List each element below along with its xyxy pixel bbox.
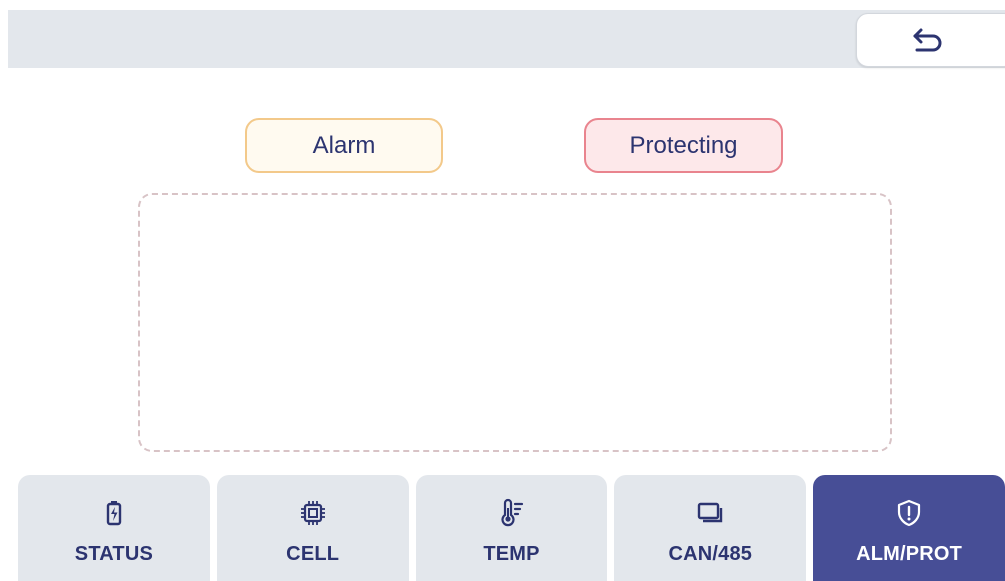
tab-temp-label: TEMP [483, 543, 540, 565]
shield-alert-icon [894, 495, 924, 531]
chip-icon [298, 495, 328, 531]
protecting-label: Protecting [629, 131, 738, 159]
tab-alm-prot-label: ALM/PROT [856, 543, 963, 565]
battery-charging-icon [99, 495, 129, 531]
tab-status[interactable]: STATUS [18, 475, 210, 581]
tab-can485[interactable]: CAN/485 [614, 475, 807, 581]
tab-temp[interactable]: TEMP [415, 475, 608, 581]
back-button[interactable] [856, 13, 1005, 67]
alarm-list-panel [138, 193, 892, 452]
undo-arrow-icon [913, 28, 942, 52]
tab-cell-label: CELL [286, 543, 340, 565]
tab-status-label: STATUS [74, 543, 154, 565]
alarm-label: Alarm [312, 131, 376, 159]
tab-alm-prot[interactable]: ALM/PROT [813, 475, 1005, 581]
tab-can485-label: CAN/485 [668, 543, 753, 565]
alarm-filter-button[interactable]: Alarm [245, 118, 443, 173]
thermometer-icon [496, 495, 526, 531]
bottom-nav: STATUS CELL TEMP CAN/485 ALM/PROT [18, 475, 1005, 581]
tab-cell[interactable]: CELL [216, 475, 409, 581]
windows-icon [695, 495, 725, 531]
protecting-filter-button[interactable]: Protecting [584, 118, 783, 173]
